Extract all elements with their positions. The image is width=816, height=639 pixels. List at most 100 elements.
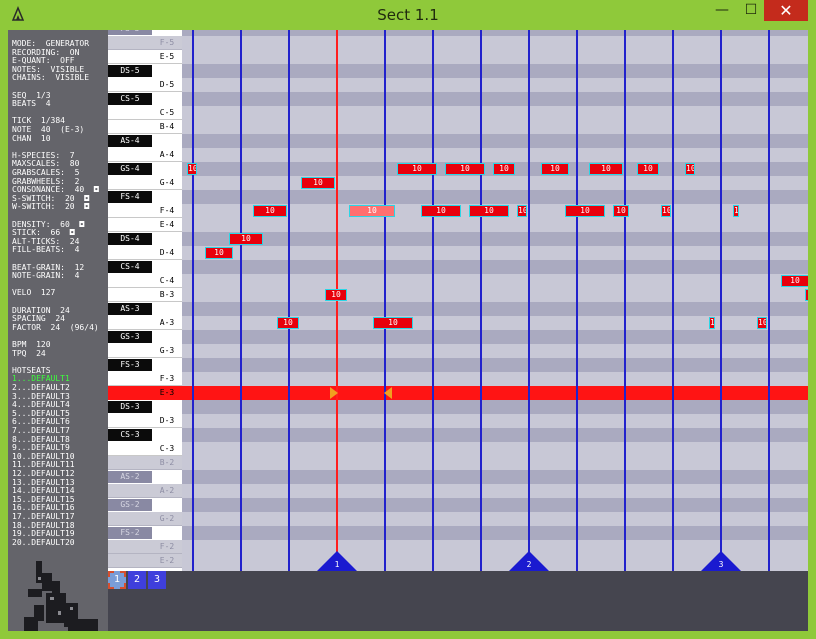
note-block[interactable]: 10	[325, 289, 347, 301]
white-key[interactable]: E-5	[108, 50, 182, 64]
note-block[interactable]: 10	[733, 205, 739, 217]
note-block[interactable]: 10	[637, 163, 659, 175]
note-block[interactable]: 10	[805, 289, 808, 301]
black-key[interactable]: GS-3	[108, 331, 152, 343]
bar-marker[interactable]: 1	[317, 551, 357, 571]
note-block[interactable]: 10	[253, 205, 287, 217]
key-label: E-2	[159, 556, 175, 565]
white-key[interactable]: B-2	[108, 456, 182, 470]
note-block[interactable]: 10	[373, 317, 413, 329]
black-key[interactable]: CS-5	[108, 93, 152, 105]
note-block[interactable]: 10	[421, 205, 461, 217]
note-block[interactable]: 10	[187, 163, 197, 175]
selected-note[interactable]: 10	[349, 205, 395, 217]
note-block[interactable]: 10	[565, 205, 605, 217]
info-line: FILL-BEATS: 4	[12, 245, 80, 255]
white-key[interactable]: B-4	[108, 120, 182, 134]
close-button[interactable]: ✕	[764, 0, 808, 21]
note-block[interactable]: 10	[781, 275, 808, 287]
current-note-lane	[182, 386, 808, 400]
note-block[interactable]: 10	[445, 163, 485, 175]
note-block[interactable]: 10	[397, 163, 437, 175]
white-key[interactable]: F-5	[108, 36, 182, 50]
piano-keyboard: F-5 E-5 D-5 C-5 B-4 A-4 G-4 F-4 E-4 D-4 C-4 B-3 A-3 G…	[108, 30, 182, 571]
key-label: DS-4	[120, 234, 140, 243]
note-block[interactable]: 10	[589, 163, 623, 175]
white-key[interactable]: C-4	[108, 274, 182, 288]
bar-marker-label: 3	[718, 560, 724, 569]
note-block[interactable]: 10	[277, 317, 299, 329]
minimize-button[interactable]: —	[706, 0, 738, 21]
black-key[interactable]: FS-4	[108, 191, 152, 203]
note-block[interactable]: 10	[541, 163, 569, 175]
beat-line	[672, 30, 674, 571]
black-key[interactable]: DS-5	[108, 65, 152, 77]
white-key[interactable]: C-3	[108, 442, 182, 456]
beat-line	[384, 30, 386, 571]
note-block[interactable]: 10	[757, 317, 767, 329]
app-client-area: MODE: GENERATOR RECORDING: ON E-QUANT: OFF…	[8, 30, 808, 631]
bar-marker[interactable]: 3	[701, 551, 741, 571]
note-block[interactable]: 10	[709, 317, 715, 329]
white-key[interactable]: G-2	[108, 512, 182, 526]
white-key[interactable]: D-5	[108, 78, 182, 92]
black-key[interactable]: CS-3	[108, 429, 152, 441]
black-key[interactable]: FS-2	[108, 527, 152, 539]
info-line: CHAN 10	[12, 133, 51, 143]
note-block[interactable]: 10	[661, 205, 671, 217]
info-panel: MODE: GENERATOR RECORDING: ON E-QUANT: OFF…	[8, 30, 108, 631]
white-key[interactable]: A-3	[108, 316, 182, 330]
bar-marker[interactable]: 2	[509, 551, 549, 571]
page-button-1[interactable]: 1	[108, 571, 126, 589]
note-block[interactable]: 10	[517, 205, 527, 217]
key-label: D-5	[159, 80, 175, 89]
white-key[interactable]: E-4	[108, 218, 182, 232]
note-grid[interactable]: 10 10 10 10 10 10 10 10 10 10 10 10 10 10 10 10 10 10 10 10…	[182, 30, 808, 571]
note-block[interactable]: 10	[229, 233, 263, 245]
note-block[interactable]: 10	[685, 163, 695, 175]
white-key[interactable]: C-5	[108, 106, 182, 120]
white-key[interactable]: B-3	[108, 288, 182, 302]
black-key[interactable]: AS-2	[108, 471, 152, 483]
title-bar: Sect 1.1 — ☐ ✕	[0, 0, 816, 30]
note-block[interactable]: 10	[205, 247, 233, 259]
key-label: CS-3	[120, 430, 140, 439]
black-key[interactable]: DS-3	[108, 401, 152, 413]
note-block[interactable]: 10	[301, 177, 335, 189]
white-key[interactable]: D-4	[108, 246, 182, 260]
white-key[interactable]: G-4	[108, 176, 182, 190]
sharp-lane	[182, 92, 808, 106]
page-button-2[interactable]: 2	[128, 571, 146, 589]
white-key[interactable]: F-2	[108, 540, 182, 554]
note-block[interactable]: 10	[613, 205, 629, 217]
white-key[interactable]: F-4	[108, 204, 182, 218]
key-label: AS-3	[120, 304, 140, 313]
note-block[interactable]: 10	[493, 163, 515, 175]
maximize-button[interactable]: ☐	[735, 0, 767, 21]
white-key[interactable]: E-2	[108, 554, 182, 568]
key-label: CS-5	[120, 94, 140, 103]
black-key[interactable]: FS-3	[108, 359, 152, 371]
page-button-3[interactable]: 3	[148, 571, 166, 589]
white-key[interactable]: G-3	[108, 344, 182, 358]
white-key[interactable]: A-2	[108, 484, 182, 498]
black-key[interactable]: AS-3	[108, 303, 152, 315]
key-label: FS-2	[120, 528, 140, 537]
key-label: B-4	[159, 122, 175, 131]
black-key[interactable]: GS-2	[108, 499, 152, 511]
black-key[interactable]: FS-5	[108, 30, 152, 35]
loop-start-marker[interactable]	[330, 387, 338, 399]
black-key[interactable]: GS-4	[108, 163, 152, 175]
black-key[interactable]: CS-4	[108, 261, 152, 273]
sharp-lane	[182, 232, 808, 246]
black-key[interactable]: DS-4	[108, 233, 152, 245]
note-block[interactable]: 10	[469, 205, 509, 217]
black-key[interactable]: AS-4	[108, 135, 152, 147]
sharp-lane	[182, 428, 808, 442]
loop-end-marker[interactable]	[384, 387, 392, 399]
current-note-key[interactable]: E-3	[108, 386, 182, 400]
info-line: W-SWITCH: 20 ◘	[12, 202, 90, 212]
white-key[interactable]: F-3	[108, 372, 182, 386]
white-key[interactable]: D-3	[108, 414, 182, 428]
white-key[interactable]: A-4	[108, 148, 182, 162]
